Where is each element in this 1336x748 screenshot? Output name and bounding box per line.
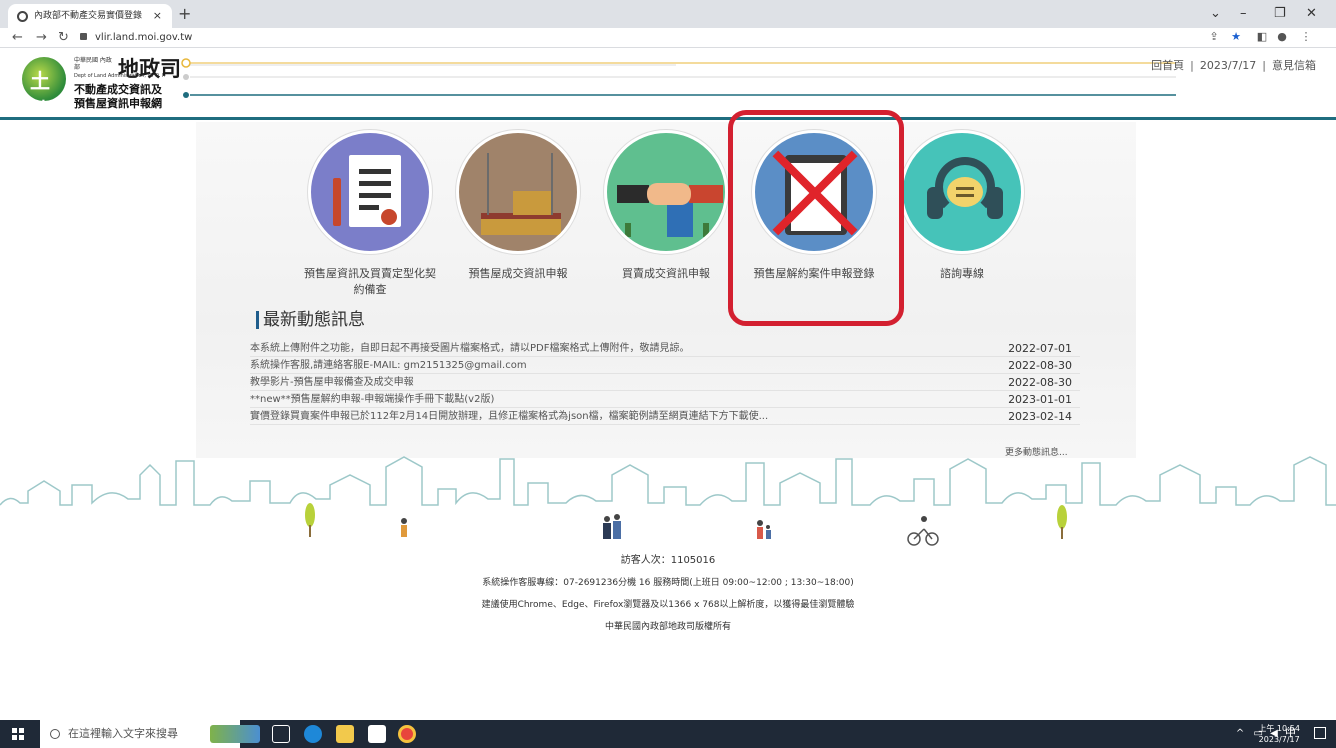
news-date: 2022-07-01 (1008, 342, 1072, 355)
logo-english: Dept of Land Administration, M. O. I. (74, 73, 166, 79)
news-item[interactable]: **new**預售屋解約申報-申報端操作手冊下載點(v2版) 2023-01-0… (250, 391, 1080, 408)
service-label: 預售屋資訊及買賣定型化契約備查 (304, 267, 436, 296)
search-icon (50, 729, 60, 739)
annotation-highlight-box (728, 110, 904, 326)
site-title-line2: 預售屋資訊申報網 (74, 97, 162, 110)
site-header: 土地 中華民國 內政部 地政司 Dept of Land Administrat… (0, 49, 1336, 122)
side-panel-icon[interactable]: ◧ (1256, 31, 1268, 43)
mail-icon[interactable] (368, 725, 386, 743)
windows-start-icon[interactable] (12, 728, 24, 740)
news-date: 2022-08-30 (1008, 376, 1072, 389)
news-date: 2022-08-30 (1008, 359, 1072, 372)
feedback-link[interactable]: 意見信箱 (1272, 59, 1316, 72)
service-label: 諮詢專線 (940, 267, 984, 280)
service-presale-transaction[interactable]: 預售屋成交資訊申報 (448, 130, 588, 282)
news-item[interactable]: 教學影片-預售屋申報備查及成交申報 2022-08-30 (250, 374, 1080, 391)
browser-recommendation: 建議使用Chrome、Edge、Firefox瀏覽器及以1366 x 768以上… (481, 600, 855, 610)
taskbar-clock[interactable]: 上午 10:54 2023/7/17 (1258, 723, 1300, 745)
restore-button[interactable]: ❐ (1274, 6, 1286, 21)
separator: | (1190, 59, 1194, 72)
site-favicon-icon (17, 11, 28, 22)
menu-dots-icon[interactable]: ⋮ (1300, 31, 1312, 43)
tab-search-icon[interactable]: ⌄ (1210, 6, 1221, 21)
news-section-title: 最新動態訊息 (256, 311, 365, 329)
logo-emblem-icon[interactable]: 土地 (22, 57, 66, 122)
news-text[interactable]: **new**預售屋解約申報-申報端操作手冊下載點(v2版) (250, 391, 494, 408)
service-presale-contract[interactable]: 預售屋資訊及買賣定型化契約備查 (300, 130, 440, 298)
clock-date: 2023/7/17 (1258, 735, 1300, 744)
logo-small-text: 中華民國 內政部 (74, 57, 112, 71)
news-list: 本系統上傳附件之功能，自即日起不再接受圖片檔案格式，請以PDF檔案格式上傳附件，… (250, 340, 1080, 425)
search-highlight-thumbnail (210, 725, 260, 743)
new-tab-button[interactable]: + (178, 4, 191, 24)
service-label: 預售屋成交資訊申報 (468, 267, 568, 280)
file-explorer-icon[interactable] (336, 725, 354, 743)
site-footer: 訪客人次：1105016 系統操作客服專線：07-2691236分機 16 服務… (0, 553, 1336, 641)
news-text[interactable]: 教學影片-預售屋申報備查及成交申報 (250, 374, 414, 391)
address-bar-row: ← → ↻ vlir.land.moi.gov.tw ⇪ ★ ◧ ● ⋮ (0, 28, 1336, 48)
news-text[interactable]: 實價登錄買賣案件申報已於112年2月14日開放辦理，且修正檔案格式為json檔，… (250, 408, 768, 425)
share-icon[interactable]: ⇪ (1208, 31, 1220, 43)
bookmark-star-icon[interactable]: ★ (1230, 31, 1242, 43)
separator: | (1262, 59, 1266, 72)
close-tab-icon[interactable]: × (153, 4, 162, 28)
service-sale-transaction[interactable]: 買賣成交資訊申報 (596, 130, 736, 282)
tray-chevron-icon[interactable]: ^ (1236, 728, 1244, 739)
header-links: 回首頁 | 2023/7/17 | 意見信箱 (1151, 57, 1316, 73)
handshake-icon[interactable] (604, 130, 728, 254)
header-divider (0, 117, 1336, 120)
profile-icon[interactable]: ● (1276, 31, 1288, 43)
clock-time: 上午 10:54 (1258, 724, 1300, 733)
chrome-browser-icon[interactable] (398, 725, 416, 743)
browser-tab[interactable]: 內政部不動產交易實價登錄 × (8, 4, 172, 28)
windows-taskbar: 在這裡輸入文字來搜尋 ^ ▭ ◀ 中 上午 10:54 2023/7/17 (0, 720, 1336, 748)
visitor-count: 訪客人次：1105016 (620, 555, 716, 566)
news-item[interactable]: 系統操作客服,請連絡客服E-MAIL: gm2151325@gmail.com … (250, 357, 1080, 374)
support-hotline: 系統操作客服專線：07-2691236分機 16 服務時間(上班日 09:00~… (482, 578, 854, 588)
news-text[interactable]: 系統操作客服,請連絡客服E-MAIL: gm2151325@gmail.com (250, 357, 527, 374)
headset-icon[interactable] (900, 130, 1024, 254)
tab-title: 內政部不動產交易實價登錄 (34, 11, 143, 21)
notification-icon[interactable] (1314, 727, 1326, 739)
url-text: vlir.land.moi.gov.tw (95, 32, 193, 43)
lock-icon (80, 33, 87, 40)
header-date: 2023/7/17 (1199, 59, 1257, 72)
home-link[interactable]: 回首頁 (1151, 59, 1184, 72)
service-label: 買賣成交資訊申報 (622, 267, 710, 280)
task-view-icon[interactable] (272, 725, 290, 743)
browser-tab-bar: 內政部不動產交易實價登錄 × + ⌄ – ❐ ✕ (0, 0, 1336, 28)
news-date: 2023-01-01 (1008, 393, 1072, 406)
news-item[interactable]: 本系統上傳附件之功能，自即日起不再接受圖片檔案格式，請以PDF檔案格式上傳附件，… (250, 340, 1080, 357)
reload-icon[interactable]: ↻ (58, 30, 69, 46)
forward-arrow-icon[interactable]: → (36, 30, 47, 46)
service-consultation-hotline[interactable]: 諮詢專線 (892, 130, 1032, 282)
news-item[interactable]: 實價登錄買賣案件申報已於112年2月14日開放辦理，且修正檔案格式為json檔，… (250, 408, 1080, 425)
edge-browser-icon[interactable] (304, 725, 322, 743)
news-text[interactable]: 本系統上傳附件之功能，自即日起不再接受圖片檔案格式，請以PDF檔案格式上傳附件，… (250, 340, 689, 357)
news-date: 2023-02-14 (1008, 410, 1072, 423)
url-field[interactable]: vlir.land.moi.gov.tw (80, 30, 192, 46)
construction-building-icon[interactable] (456, 130, 580, 254)
minimize-button[interactable]: – (1240, 6, 1247, 21)
header-decor-lines (181, 58, 1176, 98)
back-arrow-icon[interactable]: ← (12, 30, 23, 46)
taskbar-search-placeholder: 在這裡輸入文字來搜尋 (68, 727, 178, 740)
copyright: 中華民國內政部地政司版權所有 (604, 622, 731, 632)
close-window-button[interactable]: ✕ (1306, 6, 1317, 21)
city-skyline-illustration (0, 456, 1336, 546)
contract-document-icon[interactable] (308, 130, 432, 254)
